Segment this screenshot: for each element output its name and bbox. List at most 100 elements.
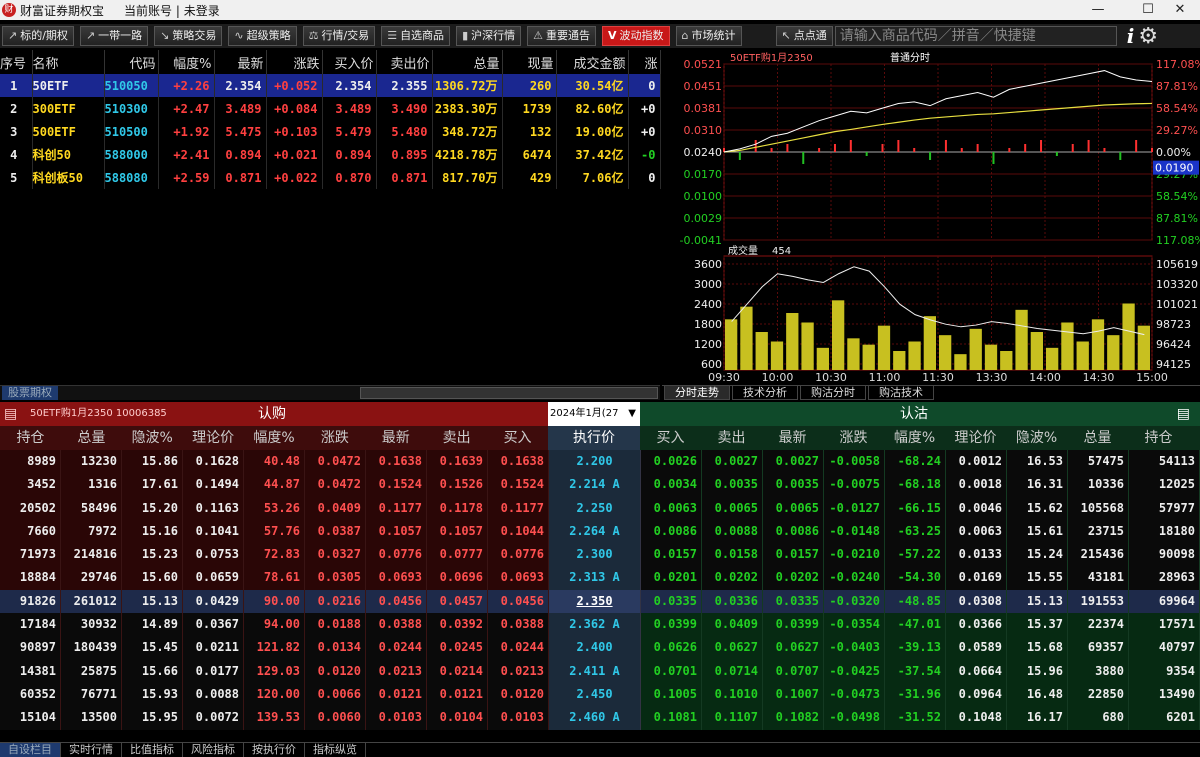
strike-cell[interactable]: 2.350 xyxy=(549,589,641,614)
put-column-header[interactable]: 总量 xyxy=(1067,426,1128,450)
column-header[interactable]: 幅度% xyxy=(158,50,215,74)
notice-button[interactable]: ⚠ 重要通告 xyxy=(527,26,596,46)
column-header[interactable]: 买入价 xyxy=(322,50,377,74)
put-column-header[interactable]: 最新 xyxy=(762,426,823,450)
table-cell: 0.870 xyxy=(322,166,377,189)
search-input[interactable]: 请输入商品代码／拼音／快捷键 xyxy=(834,26,1117,46)
tab-technical[interactable]: 技术分析 xyxy=(732,386,798,400)
call-column-header[interactable]: 最新 xyxy=(365,426,426,450)
tab-by-strike[interactable]: 按执行价 xyxy=(244,743,305,757)
put-column-header[interactable]: 卖出 xyxy=(701,426,762,450)
tab-overview[interactable]: 指标纵览 xyxy=(305,743,366,757)
watchlist-button[interactable]: ☰ 自选商品 xyxy=(381,26,451,46)
column-header[interactable]: 涨 xyxy=(628,50,661,74)
tab-custom[interactable]: 自设栏目 xyxy=(0,743,61,757)
table-icon[interactable]: ▤ xyxy=(1177,402,1190,426)
strike-cell[interactable]: 2.400 xyxy=(549,636,641,660)
column-header[interactable]: 成交金额 xyxy=(556,50,629,74)
column-header[interactable]: 现量 xyxy=(502,50,557,74)
expiry-select[interactable]: 2024年1月(27 ▼ xyxy=(548,402,640,426)
table-row[interactable]: 2 300ETF 510300 +2.47 3.489 +0.084 3.489 3.490 2… xyxy=(0,97,661,120)
price-tick-label: 0.0381 xyxy=(684,102,723,115)
put-column-header[interactable]: 幅度% xyxy=(884,426,945,450)
tab-ratio[interactable]: 比值指标 xyxy=(122,743,183,757)
x-tick-label: 13:30 xyxy=(976,371,1008,384)
tab-risk[interactable]: 风险指标 xyxy=(183,743,244,757)
option-row[interactable]: 71973 214816 15.23 0.0753 72.83 0.0327 0.0776 0… xyxy=(0,543,1200,567)
option-row[interactable]: 20502 58496 15.20 0.1163 53.26 0.0409 0.1177 0.… xyxy=(0,496,1200,520)
strike-cell[interactable]: 2.300 xyxy=(549,543,641,567)
diandian-button[interactable]: ↖ 点点通 xyxy=(775,26,833,46)
column-header[interactable]: 名称 xyxy=(32,50,105,74)
option-row[interactable]: 7660 7972 15.16 0.1041 57.76 0.0387 0.1057 0.10… xyxy=(0,519,1200,544)
toolbar: ↗ 标的/期权 ↗ 一带一路 ↘ 策略交易 ∿ 超级策略 ⚖ 行情/交易 ☰ 自选商品 ▮ 沪… xyxy=(0,24,1200,49)
option-row[interactable]: 60352 76771 15.93 0.0088 120.00 0.0066 0.0121 0… xyxy=(0,682,1200,707)
strike-cell[interactable]: 2.250 xyxy=(549,496,641,520)
tab-realtime[interactable]: 实时行情 xyxy=(61,743,122,757)
volatility-index-button[interactable]: V 波动指数 xyxy=(602,26,670,46)
strike-cell[interactable]: 2.362 A xyxy=(549,613,641,637)
column-header[interactable]: 总量 xyxy=(432,50,503,74)
call-column-header[interactable]: 买入 xyxy=(487,426,548,450)
column-header[interactable]: 代码 xyxy=(104,50,159,74)
option-row[interactable]: 90897 180439 15.45 0.0211 121.82 0.0134 0.0244… xyxy=(0,636,1200,660)
market-stats-button[interactable]: ⌂ 市场统计 xyxy=(675,26,742,46)
column-header[interactable]: 卖出价 xyxy=(376,50,433,74)
belt-road-button[interactable]: ↗ 一带一路 xyxy=(79,26,149,46)
intraday-chart[interactable]: 09:30 10:00 10:30 11:00 11:30 13:30 14:00 14:30… xyxy=(662,50,1200,385)
volume-bar xyxy=(755,332,768,370)
call-column-header[interactable]: 幅度% xyxy=(244,426,305,450)
put-column-header[interactable]: 持仓 xyxy=(1128,426,1189,450)
account-status[interactable]: 当前账号 | 未登录 xyxy=(124,2,220,19)
column-header[interactable]: 序号 xyxy=(0,50,33,74)
tab-intraday[interactable]: 分时走势 xyxy=(664,386,730,400)
put-column-header[interactable]: 涨跌 xyxy=(823,426,884,450)
option-row[interactable]: 15104 13500 15.95 0.0072 139.53 0.0060 0.0103 0… xyxy=(0,706,1200,730)
table-row[interactable]: 5 科创板50 588080 +2.59 0.871 +0.022 0.870 0.871 81… xyxy=(0,166,661,189)
column-header[interactable]: 最新 xyxy=(214,50,267,74)
table-cell: 科创板50 xyxy=(32,166,105,189)
call-column-header[interactable]: 卖出 xyxy=(426,426,487,450)
quote-trade-button[interactable]: ⚖ 行情/交易 xyxy=(302,26,376,46)
option-rows: 8989 13230 15.86 0.1628 40.48 0.0472 0.1638 0.1… xyxy=(0,450,1200,742)
strike-cell[interactable]: 2.264 A xyxy=(549,519,641,544)
strike-cell[interactable]: 2.313 A xyxy=(549,566,641,590)
gear-icon[interactable]: ⚙ xyxy=(1138,24,1158,49)
strike-cell[interactable]: 2.460 A xyxy=(549,706,641,730)
minimize-button[interactable]: — xyxy=(1078,0,1118,20)
super-strategy-button[interactable]: ∿ 超级策略 xyxy=(228,26,297,46)
option-row[interactable]: 17184 30932 14.89 0.0367 94.00 0.0188 0.0388 0.… xyxy=(0,613,1200,637)
option-row[interactable]: 91826 261012 15.13 0.0429 90.00 0.0216 0.0456 0… xyxy=(0,589,1200,614)
tab-stock-options[interactable]: 股票期权 xyxy=(2,386,58,400)
table-icon[interactable]: ▤ xyxy=(4,402,17,426)
strike-cell[interactable]: 2.450 xyxy=(549,682,641,707)
close-button[interactable]: ✕ xyxy=(1160,0,1200,20)
option-row[interactable]: 3452 1316 17.61 0.1494 44.87 0.0472 0.1524 0.15… xyxy=(0,473,1200,497)
horizontal-scrollbar[interactable] xyxy=(360,387,658,399)
strike-cell[interactable]: 2.411 A xyxy=(549,659,641,683)
call-column-header[interactable]: 涨跌 xyxy=(304,426,365,450)
put-column-header[interactable]: 买入 xyxy=(640,426,701,450)
option-row[interactable]: 8989 13230 15.86 0.1628 40.48 0.0472 0.1638 0.1… xyxy=(0,450,1200,474)
table-row[interactable]: 1 50ETF 510050 +2.26 2.354 +0.052 2.354 2.355 13… xyxy=(0,74,661,97)
call-column-header[interactable]: 总量 xyxy=(61,426,122,450)
option-row[interactable]: 18884 29746 15.60 0.0659 78.61 0.0305 0.0693 0.… xyxy=(0,566,1200,590)
strike-header[interactable]: 执行价 xyxy=(548,426,640,450)
column-header[interactable]: 涨跌 xyxy=(266,50,323,74)
tab-call-put-intraday[interactable]: 购沽分时 xyxy=(800,386,866,400)
call-column-header[interactable]: 持仓 xyxy=(0,426,61,450)
option-row[interactable]: 14381 25875 15.66 0.0177 129.03 0.0120 0.0213 0… xyxy=(0,659,1200,683)
table-row[interactable]: 3 500ETF 510500 +1.92 5.475 +0.103 5.479 5.480 3… xyxy=(0,120,661,143)
underlying-option-button[interactable]: ↗ 标的/期权 xyxy=(2,26,74,46)
strike-cell[interactable]: 2.214 A xyxy=(549,473,641,497)
put-column-header[interactable]: 理论价 xyxy=(945,426,1006,450)
strike-cell[interactable]: 2.200 xyxy=(549,450,641,474)
put-column-header[interactable]: 隐波% xyxy=(1006,426,1067,450)
table-row[interactable]: 4 科创50 588000 +2.41 0.894 +0.021 0.894 0.895 421… xyxy=(0,143,661,166)
shsz-quote-button[interactable]: ▮ 沪深行情 xyxy=(456,26,522,46)
call-column-header[interactable]: 隐波% xyxy=(122,426,183,450)
tab-call-put-technical[interactable]: 购沽技术 xyxy=(868,386,934,400)
call-column-header[interactable]: 理论价 xyxy=(183,426,244,450)
info-icon[interactable]: i xyxy=(1127,24,1135,48)
strategy-trade-button[interactable]: ↘ 策略交易 xyxy=(154,26,223,46)
